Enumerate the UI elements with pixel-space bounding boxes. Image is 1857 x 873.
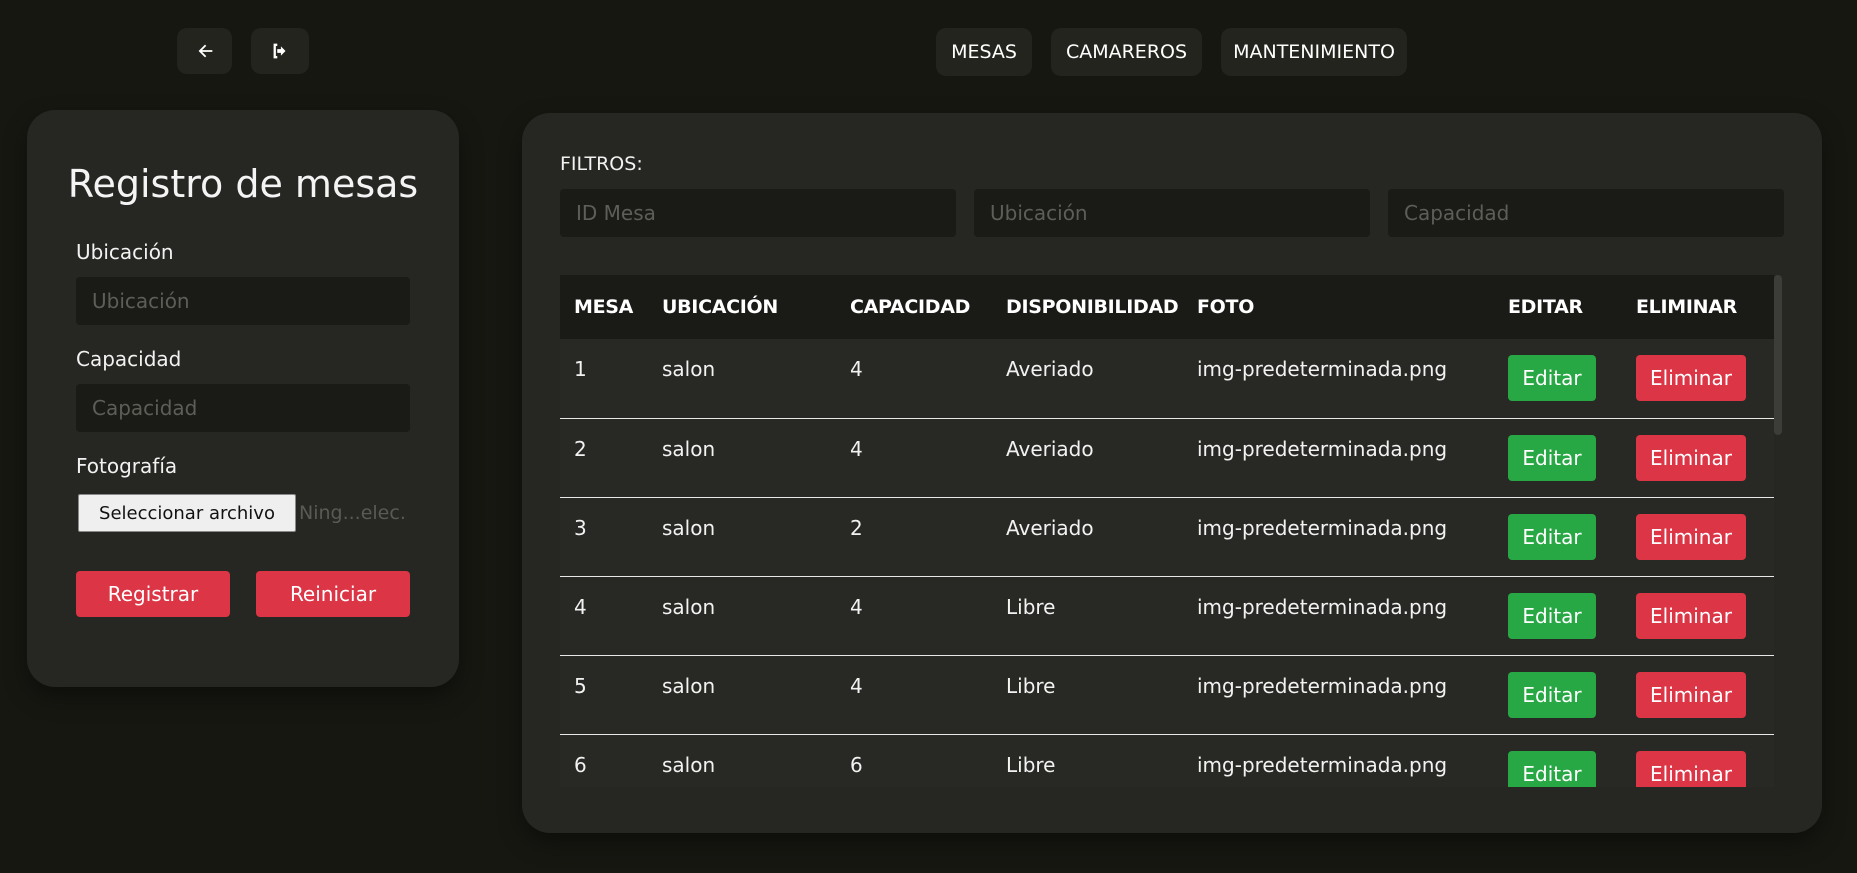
cell-mesa: 3 bbox=[574, 515, 587, 540]
table-scrollbar[interactable] bbox=[1774, 275, 1782, 787]
file-select-button[interactable]: Seleccionar archivo bbox=[78, 494, 296, 532]
cell-foto: img-predeterminada.png bbox=[1197, 515, 1448, 540]
cell-editar: Editar bbox=[1494, 734, 1622, 787]
cell-editar: Editar bbox=[1494, 655, 1622, 734]
cell-eliminar: Eliminar bbox=[1622, 576, 1774, 655]
col-foto: FOTO bbox=[1197, 296, 1255, 318]
delete-button[interactable]: Eliminar bbox=[1636, 355, 1746, 402]
cell-eliminar: Eliminar bbox=[1622, 339, 1774, 418]
cell-mesa: 4 bbox=[574, 594, 587, 619]
arrow-left-icon bbox=[198, 44, 212, 58]
tables-table-container: MESA UBICACIÓN CAPACIDAD DISPONIBILIDAD … bbox=[560, 275, 1784, 787]
fotografia-label: Fotografía bbox=[76, 454, 178, 478]
cell-disponibilidad: Averiado bbox=[1006, 436, 1094, 461]
cell-disponibilidad: Libre bbox=[1006, 752, 1056, 777]
delete-button[interactable]: Eliminar bbox=[1636, 671, 1746, 718]
cell-mesa: 1 bbox=[574, 357, 587, 381]
table-row: 5 salon 4 Libre img-predeterminada.png E… bbox=[560, 655, 1774, 734]
back-button[interactable] bbox=[177, 28, 232, 74]
cell-foto: img-predeterminada.png bbox=[1197, 436, 1448, 461]
cell-capacidad: 6 bbox=[850, 752, 863, 777]
edit-button[interactable]: Editar bbox=[1508, 355, 1596, 402]
col-capacidad: CAPACIDAD bbox=[850, 296, 971, 318]
table-row: 2 salon 4 Averiado img-predeterminada.pn… bbox=[560, 418, 1774, 497]
ubicacion-label: Ubicación bbox=[76, 240, 174, 264]
delete-button[interactable]: Eliminar bbox=[1636, 592, 1746, 639]
cell-foto: img-predeterminada.png bbox=[1197, 673, 1448, 698]
col-ubicacion: UBICACIÓN bbox=[662, 296, 778, 318]
register-form-card: Registro de mesas Ubicación Capacidad Fo… bbox=[27, 110, 459, 687]
tables-card: FILTROS: MESA UBICACIÓN CAPACIDAD DISPON… bbox=[522, 113, 1822, 833]
filters-label: FILTROS: bbox=[560, 153, 643, 175]
cell-disponibilidad: Averiado bbox=[1006, 357, 1094, 381]
reset-button[interactable]: Reiniciar bbox=[256, 571, 410, 617]
filter-ubicacion-input[interactable] bbox=[974, 189, 1370, 237]
table-body: 1 salon 4 Averiado img-predeterminada.pn… bbox=[560, 339, 1774, 787]
cell-eliminar: Eliminar bbox=[1622, 418, 1774, 497]
cell-eliminar: Eliminar bbox=[1622, 655, 1774, 734]
cell-disponibilidad: Libre bbox=[1006, 594, 1056, 619]
nav-mesas[interactable]: MESAS bbox=[936, 28, 1032, 76]
edit-button[interactable]: Editar bbox=[1508, 592, 1596, 639]
col-disponibilidad: DISPONIBILIDAD bbox=[1006, 296, 1179, 318]
cell-editar: Editar bbox=[1494, 418, 1622, 497]
cell-capacidad: 4 bbox=[850, 594, 863, 619]
table-header-row: MESA UBICACIÓN CAPACIDAD DISPONIBILIDAD … bbox=[560, 275, 1774, 339]
delete-button[interactable]: Eliminar bbox=[1636, 434, 1746, 481]
capacidad-label: Capacidad bbox=[76, 347, 182, 371]
cell-editar: Editar bbox=[1494, 576, 1622, 655]
delete-button[interactable]: Eliminar bbox=[1636, 513, 1746, 560]
capacidad-input[interactable] bbox=[76, 384, 410, 432]
col-eliminar: ELIMINAR bbox=[1636, 296, 1737, 318]
col-editar: EDITAR bbox=[1508, 296, 1583, 318]
cell-editar: Editar bbox=[1494, 339, 1622, 418]
file-status: Ning...elec. bbox=[299, 502, 406, 524]
col-mesa: MESA bbox=[574, 296, 634, 318]
cell-ubicacion: salon bbox=[662, 357, 716, 381]
filter-id-input[interactable] bbox=[560, 189, 956, 237]
sign-out-icon bbox=[273, 43, 286, 59]
table-row: 6 salon 6 Libre img-predeterminada.png E… bbox=[560, 734, 1774, 787]
table-scrollbar-thumb[interactable] bbox=[1774, 275, 1782, 435]
cell-foto: img-predeterminada.png bbox=[1197, 752, 1448, 777]
cell-capacidad: 2 bbox=[850, 515, 863, 540]
ubicacion-input[interactable] bbox=[76, 277, 410, 325]
cell-mesa: 5 bbox=[574, 673, 587, 698]
cell-capacidad: 4 bbox=[850, 673, 863, 698]
cell-foto: img-predeterminada.png bbox=[1197, 594, 1448, 619]
cell-disponibilidad: Libre bbox=[1006, 673, 1056, 698]
edit-button[interactable]: Editar bbox=[1508, 434, 1596, 481]
edit-button[interactable]: Editar bbox=[1508, 750, 1596, 787]
cell-mesa: 6 bbox=[574, 752, 587, 777]
table-row: 1 salon 4 Averiado img-predeterminada.pn… bbox=[560, 339, 1774, 418]
edit-button[interactable]: Editar bbox=[1508, 513, 1596, 560]
edit-button[interactable]: Editar bbox=[1508, 671, 1596, 718]
cell-eliminar: Eliminar bbox=[1622, 734, 1774, 787]
form-title: Registro de mesas bbox=[67, 162, 419, 206]
register-button[interactable]: Registrar bbox=[76, 571, 230, 617]
cell-editar: Editar bbox=[1494, 497, 1622, 576]
cell-ubicacion: salon bbox=[662, 752, 716, 777]
cell-ubicacion: salon bbox=[662, 594, 716, 619]
cell-ubicacion: salon bbox=[662, 515, 716, 540]
cell-disponibilidad: Averiado bbox=[1006, 515, 1094, 540]
logout-button[interactable] bbox=[251, 28, 309, 74]
delete-button[interactable]: Eliminar bbox=[1636, 750, 1746, 787]
nav-camareros[interactable]: CAMAREROS bbox=[1051, 28, 1202, 76]
cell-capacidad: 4 bbox=[850, 436, 863, 461]
nav-mantenimiento[interactable]: MANTENIMIENTO bbox=[1221, 28, 1407, 76]
tables-table: MESA UBICACIÓN CAPACIDAD DISPONIBILIDAD … bbox=[560, 275, 1774, 787]
table-row: 3 salon 2 Averiado img-predeterminada.pn… bbox=[560, 497, 1774, 576]
cell-ubicacion: salon bbox=[662, 436, 716, 461]
table-row: 4 salon 4 Libre img-predeterminada.png E… bbox=[560, 576, 1774, 655]
cell-ubicacion: salon bbox=[662, 673, 716, 698]
filter-capacidad-input[interactable] bbox=[1388, 189, 1784, 237]
cell-eliminar: Eliminar bbox=[1622, 497, 1774, 576]
cell-foto: img-predeterminada.png bbox=[1197, 357, 1448, 381]
cell-mesa: 2 bbox=[574, 436, 587, 461]
cell-capacidad: 4 bbox=[850, 357, 863, 381]
